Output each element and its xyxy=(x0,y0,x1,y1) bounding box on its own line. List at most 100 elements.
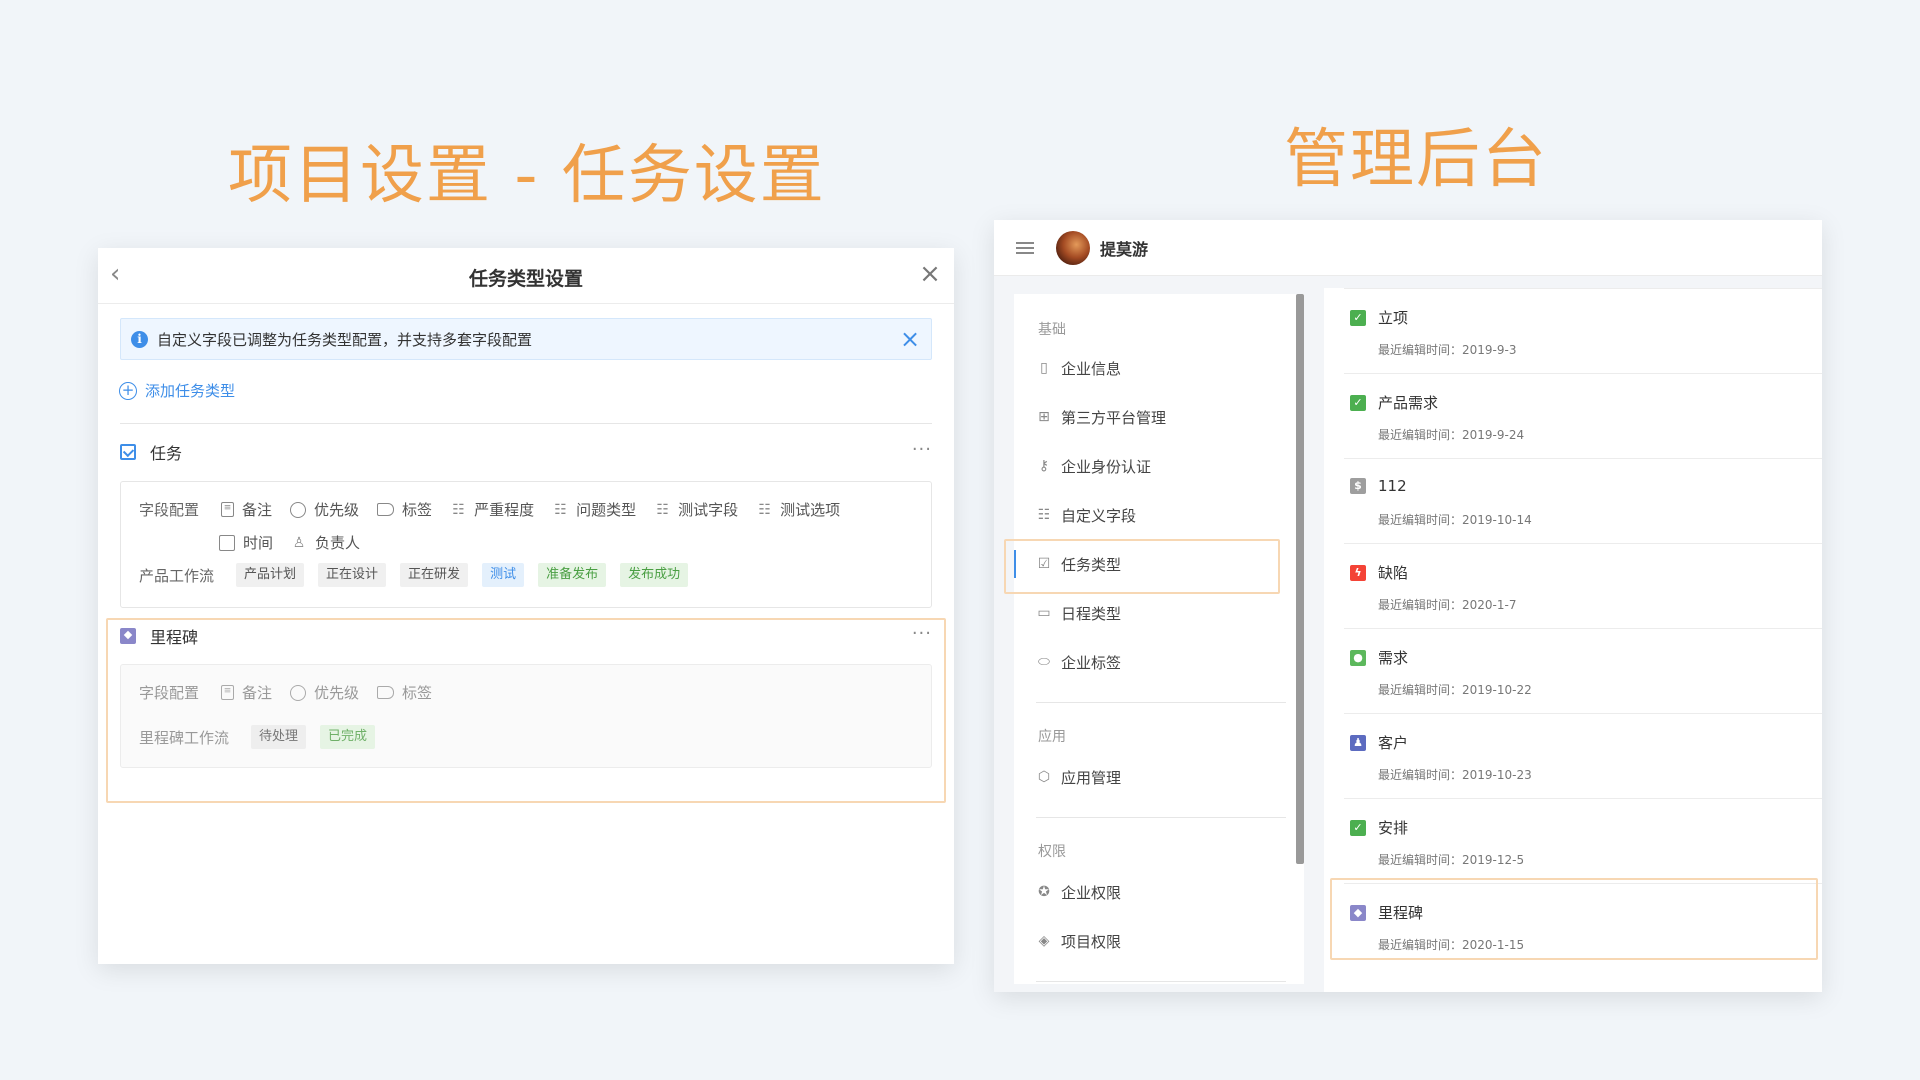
task-type-settings-panel: ‹ 任务类型设置 × i 自定义字段已调整为任务类型配置，并支持多套字段配置 ×… xyxy=(98,248,954,964)
workflow-tag: 测试 xyxy=(482,563,525,587)
sidebar-scrollbar[interactable] xyxy=(1296,294,1304,864)
close-icon[interactable]: × xyxy=(916,260,944,288)
field-issue-type: ☷ 问题类型 xyxy=(552,499,636,520)
field-test-option: ☷ 测试选项 xyxy=(756,499,840,520)
list-item-name: 缺陷 xyxy=(1378,564,1409,582)
note-icon: ≡ xyxy=(221,685,235,700)
list-item[interactable]: ✓ 安排 最近编辑时间：2019-12-5 xyxy=(1344,798,1822,883)
workflow-line: 里程碑工作流 待处理 已完成 xyxy=(139,725,389,749)
milestone-icon: ◆ xyxy=(1350,904,1366,921)
list-item-meta: 最近编辑时间：2020-1-15 xyxy=(1378,938,1525,952)
menu-icon[interactable] xyxy=(1016,239,1034,257)
workflow-tag: 正在设计 xyxy=(318,563,387,587)
admin-sidebar: 基础 ▯ 企业信息 ⊞ 第三方平台管理 ⚷ 企业身份认证 ☷ 自定义字段 ☑ 任务类型 ▭… xyxy=(1014,294,1304,984)
info-alert: i 自定义字段已调整为任务类型配置，并支持多套字段配置 × xyxy=(120,318,932,360)
list-item-meta: 最近编辑时间：2020-1-7 xyxy=(1378,598,1517,612)
workflow-label: 产品工作流 xyxy=(139,566,215,585)
list-item-meta: 最近编辑时间：2019-10-23 xyxy=(1378,768,1532,782)
info-icon: i xyxy=(131,330,148,348)
more-icon[interactable]: ··· xyxy=(912,439,932,460)
list-item-name: 产品需求 xyxy=(1378,394,1439,412)
divider xyxy=(120,423,932,424)
workflow-tag: 已完成 xyxy=(320,725,376,749)
sidebar-item-company-info[interactable]: ▯ 企业信息 xyxy=(1014,346,1284,390)
workflow-tag: 准备发布 xyxy=(538,563,607,587)
user-name: 提莫游 xyxy=(1100,239,1149,259)
milestone-type-row[interactable]: 里程碑 ··· xyxy=(120,621,932,651)
list-item[interactable]: ✓ 立项 最近编辑时间：2019-9-3 xyxy=(1344,288,1822,373)
list-item[interactable]: ♟ 客户 最近编辑时间：2019-10-23 xyxy=(1344,713,1822,798)
list-icon: ☷ xyxy=(656,501,669,518)
list-item-meta: 最近编辑时间：2019-9-24 xyxy=(1378,428,1525,442)
tag-icon xyxy=(377,503,395,516)
field-config-label: 字段配置 xyxy=(139,684,200,702)
alert-close-icon[interactable]: × xyxy=(897,326,923,352)
calendar-icon xyxy=(219,534,235,551)
field-tag: 标签 xyxy=(377,499,432,520)
field-priority: 优先级 xyxy=(290,499,359,520)
field-priority: 优先级 xyxy=(290,682,359,703)
field-assignee: ♙ 负责人 xyxy=(292,534,361,552)
workflow-label: 里程碑工作流 xyxy=(139,728,230,747)
field-time: 时间 xyxy=(219,532,273,553)
field-note: ≡ 备注 xyxy=(221,499,272,520)
list-item-name: 客户 xyxy=(1378,734,1409,752)
list-item[interactable]: ● 需求 最近编辑时间：2019-10-22 xyxy=(1344,628,1822,713)
cube-icon: ⬡ xyxy=(1037,769,1051,785)
right-headline: 管理后台 xyxy=(1284,123,1548,197)
sidebar-item-schedule-type[interactable]: ▭ 日程类型 xyxy=(1014,591,1284,635)
task-type-list: ✓ 立项 最近编辑时间：2019-9-3 ✓ 产品需求 最近编辑时间：2019-9-… xyxy=(1324,288,1822,992)
circle-icon xyxy=(290,684,307,701)
panel-title: 任务类型设置 xyxy=(468,268,583,290)
more-icon[interactable]: ··· xyxy=(912,623,932,644)
list-item-name: 112 xyxy=(1378,477,1407,495)
list-item[interactable]: ϟ 缺陷 最近编辑时间：2020-1-7 xyxy=(1344,543,1822,628)
divider xyxy=(1036,981,1286,982)
list-item[interactable]: ◆ 里程碑 最近编辑时间：2020-1-15 xyxy=(1344,883,1822,968)
tag-icon: ⬭ xyxy=(1038,654,1050,670)
admin-panel: 提莫游 基础 ▯ 企业信息 ⊞ 第三方平台管理 ⚷ 企业身份认证 ☷ 自定义字段 ☑ 任务… xyxy=(994,220,1822,992)
divider xyxy=(1036,817,1286,818)
sidebar-item-third-party[interactable]: ⊞ 第三方平台管理 xyxy=(1014,395,1284,439)
milestone-icon xyxy=(120,628,136,644)
list-item-name: 需求 xyxy=(1378,649,1409,667)
list-icon: ☷ xyxy=(554,501,567,518)
sidebar-item-custom-field[interactable]: ☷ 自定义字段 xyxy=(1014,493,1284,537)
sidebar-item-app-management[interactable]: ⬡ 应用管理 xyxy=(1014,755,1284,799)
workflow-tag: 待处理 xyxy=(251,725,307,749)
alert-text: 自定义字段已调整为任务类型配置，并支持多套字段配置 xyxy=(157,330,533,349)
dollar-icon: $ xyxy=(1350,478,1366,494)
field-config-line-2: 时间 ♙ 负责人 xyxy=(219,532,378,553)
active-indicator xyxy=(1014,550,1016,578)
checkbox-icon: ☑ xyxy=(1037,556,1051,572)
list-icon: ☷ xyxy=(1037,507,1051,523)
add-task-type-label: 添加任务类型 xyxy=(145,382,236,400)
workflow-tag: 发布成功 xyxy=(620,563,689,587)
field-config-label: 字段配置 xyxy=(139,501,200,519)
check-icon: ✓ xyxy=(1350,394,1366,411)
check-icon: ✓ xyxy=(1350,819,1366,836)
sidebar-item-company-tag[interactable]: ⬭ 企业标签 xyxy=(1014,640,1284,684)
list-item-meta: 最近编辑时间：2019-12-5 xyxy=(1378,853,1525,867)
avatar[interactable] xyxy=(1056,230,1090,265)
field-note: ≡ 备注 xyxy=(221,682,272,703)
list-item[interactable]: ✓ 产品需求 最近编辑时间：2019-9-24 xyxy=(1344,373,1822,458)
workflow-line: 产品工作流 产品计划 正在设计 正在研发 测试 准备发布 发布成功 xyxy=(139,563,702,587)
person-icon: ♟ xyxy=(1350,734,1366,751)
sidebar-item-task-type[interactable]: ☑ 任务类型 xyxy=(1014,542,1284,586)
sidebar-item-project-permission[interactable]: ◈ 项目权限 xyxy=(1014,919,1284,963)
list-item-name: 里程碑 xyxy=(1378,904,1424,922)
building-icon: ▯ xyxy=(1040,360,1048,376)
list-item[interactable]: $112 最近编辑时间：2019-10-14 xyxy=(1344,458,1822,543)
task-type-row[interactable]: 任务 ··· xyxy=(120,437,932,467)
sidebar-item-identity[interactable]: ⚷ 企业身份认证 xyxy=(1014,444,1284,488)
workflow-tag: 正在研发 xyxy=(400,563,469,587)
field-tag: 标签 xyxy=(377,682,432,703)
milestone-config-box: 字段配置 ≡ 备注 优先级 标签 里程碑工作流 待处理 已完成 xyxy=(120,664,932,768)
sidebar-item-company-permission[interactable]: ✪ 企业权限 xyxy=(1014,870,1284,914)
add-task-type-button[interactable]: + 添加任务类型 xyxy=(119,380,235,401)
workflow-tag: 产品计划 xyxy=(236,563,305,587)
task-checkbox-icon xyxy=(120,444,136,460)
tag-icon xyxy=(377,686,395,699)
field-config-line: 字段配置 ≡ 备注 优先级 标签 xyxy=(139,682,450,703)
